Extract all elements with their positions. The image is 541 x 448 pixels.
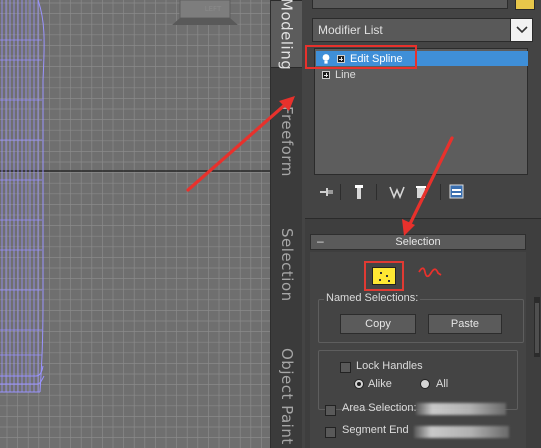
selection-rollout-body: Named Selections: Copy Paste Lock Handle… [310,252,540,448]
collapse-icon[interactable]: – [317,235,324,247]
named-selections-legend: Named Selections: [324,292,421,304]
object-name-strip [302,0,541,12]
area-selection-spinner[interactable] [416,403,506,415]
pin-stack-icon[interactable] [318,182,336,202]
tab-modeling[interactable]: Modeling [271,0,303,71]
ribbon-tabs: Modeling Freeform Selection Object Paint [270,0,303,448]
alike-radio[interactable] [354,379,364,389]
object-name-field[interactable] [312,0,508,9]
tab-freeform[interactable]: Freeform [271,96,303,186]
all-radio[interactable] [420,379,430,389]
toolbar-divider [440,184,441,200]
stack-toolbar [314,182,528,202]
selection-rollout-header[interactable]: – Selection [310,234,526,250]
rollout-scrollbar[interactable] [534,297,540,357]
squiggle-annotation-icon [418,267,442,278]
viewport-left[interactable]: LEFT [0,0,270,448]
viewport-canvas[interactable] [0,0,270,448]
all-label: All [436,378,449,390]
rollout-area: – Selection Named Selections: Copy Paste… [305,218,541,448]
rollout-title: Selection [395,236,441,248]
viewcube-label[interactable]: LEFT [198,2,228,16]
handles-group [318,350,518,410]
annotation-box-edit-spline [305,45,417,69]
segment-end-field [414,426,509,438]
viewcube-ring [172,18,238,25]
tab-object-paint-label: Object Paint [278,347,296,445]
tab-modeling-label: Modeling [277,0,296,71]
tab-selection[interactable]: Selection [271,222,303,308]
object-color-swatch[interactable] [515,0,535,10]
lock-handles-checkbox[interactable] [340,362,351,373]
wireframe-base [0,365,44,377]
toolbar-divider [340,184,341,200]
area-selection-label: Area Selection: [342,402,417,414]
modifier-list-dropdown[interactable]: Modifier List [312,18,533,42]
remove-modifier-icon[interactable] [412,182,430,202]
area-selection-checkbox[interactable] [325,405,336,416]
tab-selection-label: Selection [278,228,296,302]
alike-label: Alike [368,378,392,390]
make-unique-icon[interactable] [388,182,406,202]
paste-button[interactable]: Paste [428,314,502,334]
expand-plus-icon[interactable] [322,70,330,79]
toolbar-divider [376,184,377,200]
segment-end-checkbox[interactable] [325,427,336,438]
stack-item-line[interactable]: Line [316,67,528,82]
stack-item-label: Line [335,68,356,81]
scrollbar-thumb[interactable] [535,303,539,353]
tab-object-paint[interactable]: Object Paint [271,346,303,446]
vertex-subobject-button[interactable] [372,267,396,285]
show-end-result-icon[interactable] [350,182,368,202]
tab-freeform-label: Freeform [278,105,296,177]
modifier-list-label: Modifier List [318,23,383,37]
configure-sets-icon[interactable] [448,182,466,202]
chevron-down-icon[interactable] [510,19,532,41]
lock-handles-label: Lock Handles [356,360,423,372]
segment-end-label: Segment End [342,424,409,436]
copy-button[interactable]: Copy [340,314,416,334]
vertex-button-highlight [364,261,404,291]
